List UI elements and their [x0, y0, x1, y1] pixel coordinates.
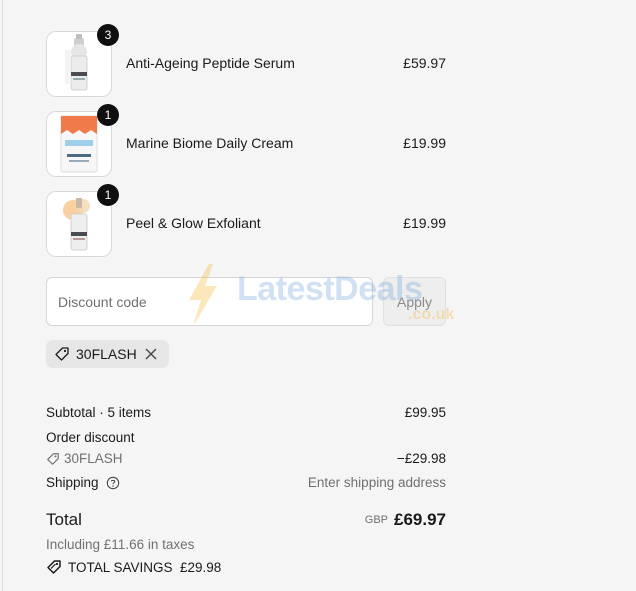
total-label: Total: [46, 510, 82, 529]
tag-icon: [47, 453, 59, 465]
shipping-row: Shipping Enter shipping address: [46, 475, 446, 490]
total-value: £69.97: [394, 510, 446, 529]
product-image-exfoliant: 1: [46, 184, 119, 257]
subtotal-label: Subtotal · 5 items: [46, 405, 152, 420]
item-price: £19.99: [403, 135, 446, 151]
item-name: Anti-Ageing Peptide Serum: [126, 55, 295, 71]
remove-discount-button[interactable]: [143, 346, 159, 362]
subtotal-value: £99.95: [404, 405, 446, 420]
taxes-row: Including £11.66 in taxes: [46, 537, 446, 552]
order-discount-label: Order discount: [46, 430, 135, 445]
total-row: Total GBP £69.97: [46, 510, 446, 530]
subtotal-row: Subtotal · 5 items £99.95: [46, 405, 446, 420]
line-item: 1 Peel & Glow Exfoliant £19.99: [46, 184, 446, 257]
discount-code-input[interactable]: [46, 277, 373, 326]
line-item: 1 Marine Biome Daily Cream £19.99: [46, 104, 446, 177]
item-price: £59.97: [403, 55, 446, 71]
line-item: 3 Anti-Ageing Peptide Serum £59.97: [46, 24, 446, 97]
currency-code: GBP: [364, 514, 388, 526]
applied-code-label: 30FLASH: [76, 346, 137, 362]
item-name: Marine Biome Daily Cream: [126, 135, 294, 151]
discount-code-row: 30FLASH −£29.98: [46, 451, 446, 466]
taxes-label: Including £11.66 in taxes: [46, 537, 195, 552]
product-image-cream: 1: [46, 104, 119, 177]
discount-value: −£29.98: [396, 451, 446, 466]
discount-code-label: 30FLASH: [64, 451, 123, 466]
quantity-badge: 1: [97, 184, 119, 206]
order-summary-panel: 3 Anti-Ageing Peptide Serum £59.97 1 Mar…: [2, 0, 636, 591]
item-name: Peel & Glow Exfoliant: [126, 215, 261, 231]
product-image-serum: 3: [46, 24, 119, 97]
apply-discount-button[interactable]: Apply: [383, 277, 446, 326]
shipping-value: Enter shipping address: [307, 475, 446, 490]
quantity-badge: 3: [97, 24, 119, 46]
tag-icon: [55, 347, 69, 361]
savings-row: TOTAL SAVINGS £29.98: [46, 559, 446, 575]
savings-tag-icon: [47, 560, 61, 574]
help-icon[interactable]: [106, 476, 120, 490]
total-savings-label: TOTAL SAVINGS £29.98: [68, 560, 222, 575]
order-discount-row: Order discount: [46, 430, 446, 445]
quantity-badge: 1: [97, 104, 119, 126]
shipping-label: Shipping: [46, 475, 99, 490]
close-icon: [145, 348, 157, 360]
applied-discount-tag: 30FLASH: [46, 340, 169, 368]
item-price: £19.99: [403, 215, 446, 231]
